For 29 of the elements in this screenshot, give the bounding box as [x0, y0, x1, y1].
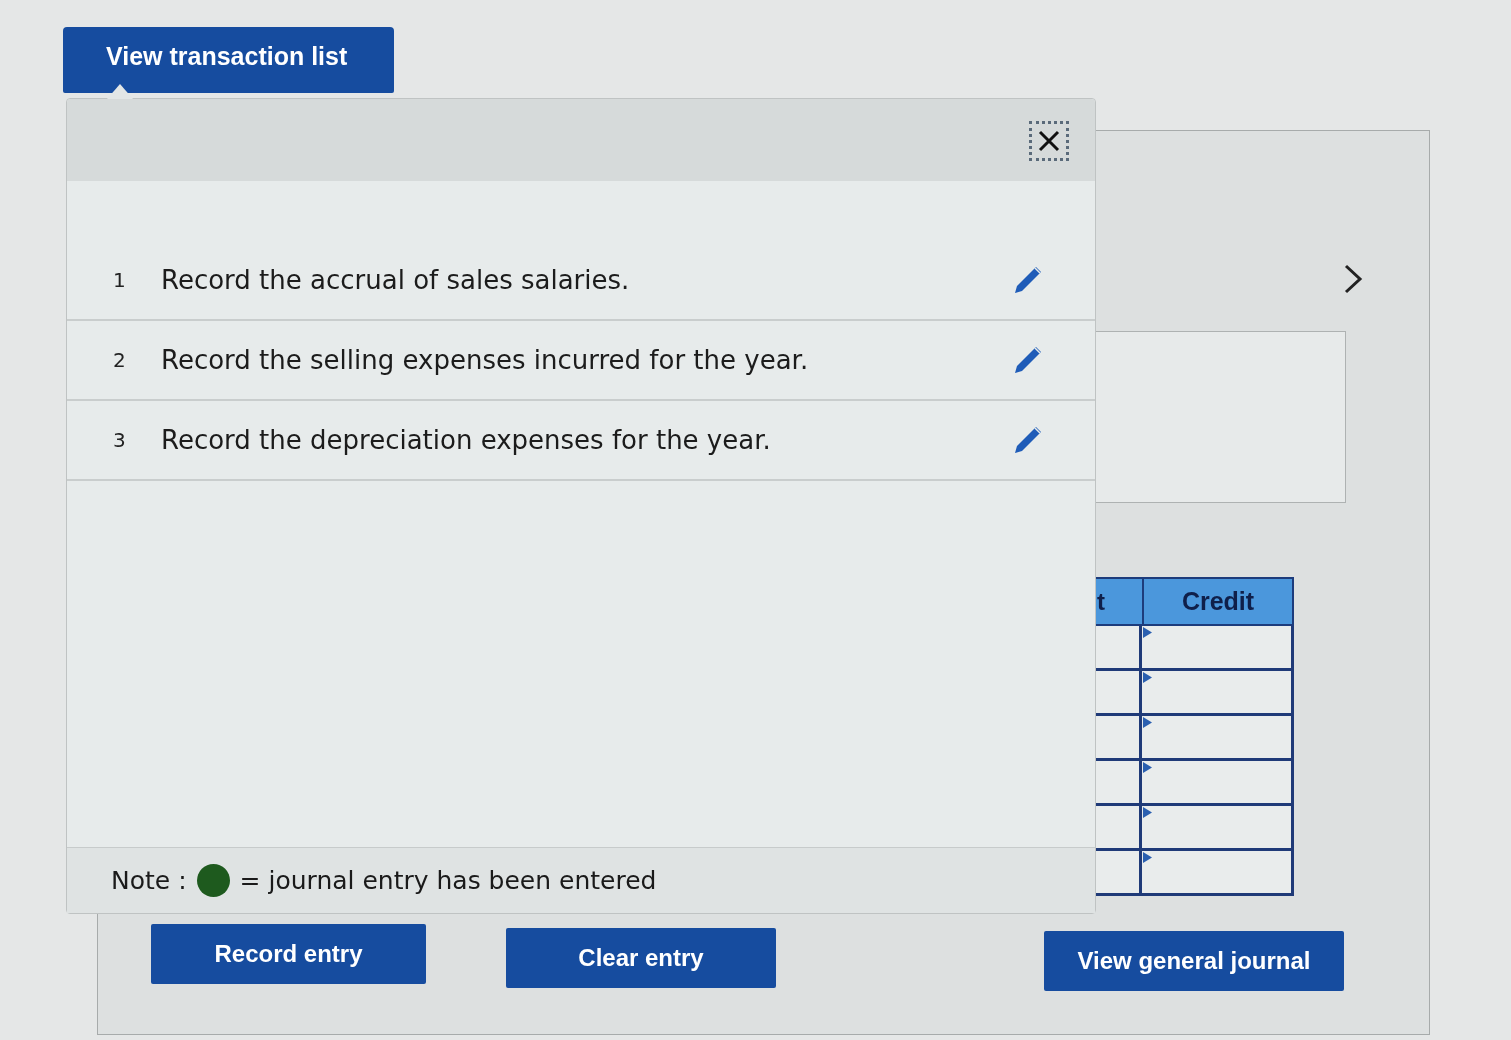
triangle-icon — [1143, 807, 1152, 818]
note-label: Note : — [111, 864, 187, 897]
table-input-field[interactable] — [1142, 851, 1294, 896]
table-input-field[interactable] — [1142, 806, 1294, 851]
chevron-right-icon[interactable] — [1343, 264, 1363, 294]
legend-dot-icon — [196, 864, 230, 897]
transaction-number: 1 — [113, 267, 127, 294]
table-input-field[interactable] — [1142, 761, 1294, 806]
note-text: = journal entry has been entered — [239, 864, 657, 897]
view-transaction-list-button[interactable]: View transaction list — [63, 27, 394, 93]
table-input-field[interactable] — [1142, 716, 1294, 761]
triangle-icon — [1143, 717, 1152, 728]
record-entry-button[interactable]: Record entry — [151, 924, 426, 984]
close-icon — [1038, 130, 1060, 152]
transaction-text: Record the depreciation expenses for the year. — [161, 423, 772, 457]
table-input-field[interactable] — [1142, 671, 1294, 716]
transaction-text: Record the selling expenses incurred for the year. — [161, 343, 810, 377]
triangle-icon — [1143, 852, 1152, 863]
transaction-number: 3 — [113, 427, 127, 454]
view-general-journal-button[interactable]: View general journal — [1044, 931, 1344, 991]
transaction-text: Record the accrual of sales salaries. — [161, 263, 631, 297]
column-header: Credit — [1142, 577, 1294, 626]
transaction-number: 2 — [113, 347, 127, 374]
table-input-field[interactable] — [1142, 626, 1294, 671]
triangle-icon — [1143, 672, 1152, 683]
close-button[interactable] — [1029, 121, 1069, 161]
triangle-icon — [1143, 762, 1152, 773]
clear-entry-button[interactable]: Clear entry — [506, 928, 776, 988]
triangle-icon — [1143, 627, 1152, 638]
